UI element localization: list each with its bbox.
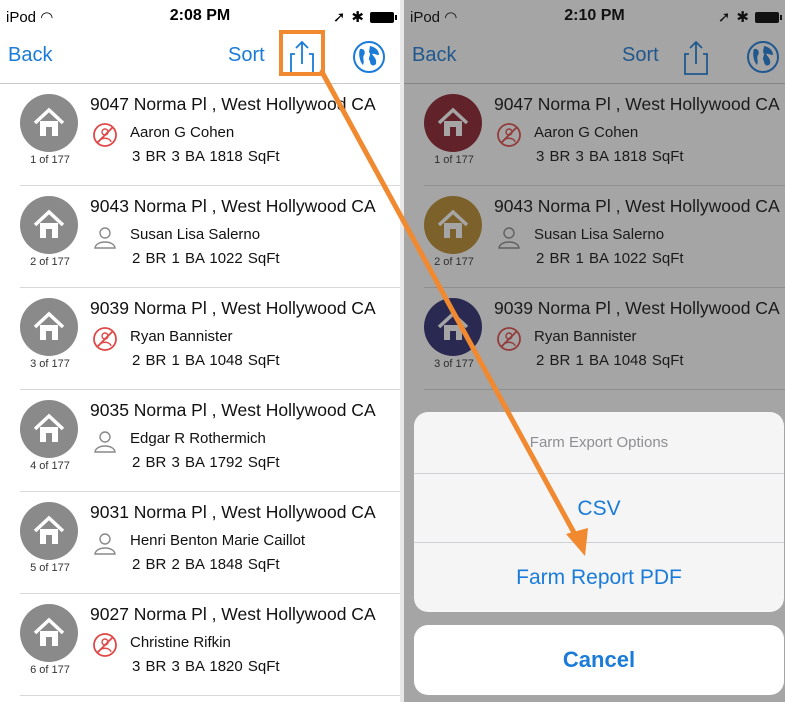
list-item[interactable]: 3 of 177 9039 Norma Pl , West Hollywood …	[20, 288, 400, 390]
person-icon	[94, 227, 116, 249]
house-icon	[33, 107, 65, 136]
owner-name: Edgar R Rothermich	[130, 430, 266, 447]
csv-option-button[interactable]: CSV	[414, 474, 784, 543]
house-avatar	[20, 604, 78, 662]
globe-button[interactable]	[352, 40, 386, 74]
owner-name: Ryan Bannister	[130, 328, 233, 345]
house-icon	[33, 413, 65, 442]
house-avatar	[20, 298, 78, 356]
record-index: 4 of 177	[30, 460, 70, 472]
list-item[interactable]: 4 of 177 9035 Norma Pl , West Hollywood …	[20, 390, 400, 492]
property-details: 2 BR 1 BA 1022 SqFt	[132, 250, 280, 267]
record-index: 5 of 177	[30, 562, 70, 574]
right-screen: iPod ◠ 2:10 PM ➚ ✱ Back Sort 1 of 177 90…	[404, 0, 785, 702]
farm-report-pdf-option-button[interactable]: Farm Report PDF	[414, 543, 784, 612]
back-button[interactable]: Back	[8, 44, 52, 67]
record-index: 1 of 177	[30, 154, 70, 166]
house-icon	[33, 209, 65, 238]
house-avatar	[20, 400, 78, 458]
property-details: 2 BR 1 BA 1048 SqFt	[132, 352, 280, 369]
action-sheet-title: Farm Export Options	[414, 412, 784, 474]
left-screen: iPod ◠ 2:08 PM ➚ ✱ Back Sort 1 of 177 90…	[0, 0, 400, 702]
list-item[interactable]: 6 of 177 9027 Norma Pl , West Hollywood …	[20, 594, 400, 696]
house-avatar	[20, 502, 78, 560]
record-index: 2 of 177	[30, 256, 70, 268]
property-address: 9027 Norma Pl , West Hollywood CA	[90, 604, 376, 624]
list-item[interactable]: 2 of 177 9043 Norma Pl , West Hollywood …	[20, 186, 400, 288]
property-details: 2 BR 3 BA 1792 SqFt	[132, 454, 280, 471]
owner-name: Susan Lisa Salerno	[130, 226, 261, 243]
house-icon	[33, 515, 65, 544]
location-icon: ➚	[332, 9, 346, 26]
bluetooth-icon: ✱	[351, 9, 364, 26]
screenshot-root: iPod ◠ 2:08 PM ➚ ✱ Back Sort 1 of 177 90…	[0, 0, 785, 702]
status-bar: iPod ◠ 2:08 PM ➚ ✱	[0, 0, 400, 32]
cancel-button[interactable]: Cancel	[414, 625, 784, 695]
record-index: 6 of 177	[30, 664, 70, 676]
person-icon	[94, 533, 116, 555]
person-icon	[94, 431, 116, 453]
house-icon	[33, 617, 65, 646]
property-details: 2 BR 2 BA 1848 SqFt	[132, 556, 280, 573]
property-address: 9039 Norma Pl , West Hollywood CA	[90, 298, 376, 318]
share-highlight-annotation	[279, 30, 325, 76]
globe-icon	[353, 41, 385, 73]
export-action-sheet: Farm Export Options CSV Farm Report PDF	[414, 412, 784, 612]
list-item[interactable]: 1 of 177 9047 Norma Pl , West Hollywood …	[20, 84, 400, 186]
property-address: 9035 Norma Pl , West Hollywood CA	[90, 400, 376, 420]
owner-name: Aaron G Cohen	[130, 124, 235, 141]
owner-name: Henri Benton Marie Caillot	[130, 532, 306, 549]
property-address: 9047 Norma Pl , West Hollywood CA	[90, 94, 376, 114]
sort-button[interactable]: Sort	[228, 44, 265, 67]
no-contact-icon	[93, 633, 117, 657]
no-contact-icon	[93, 123, 117, 147]
house-avatar	[20, 94, 78, 152]
navigation-bar: Back Sort	[0, 32, 400, 84]
house-avatar	[20, 196, 78, 254]
owner-name: Christine Rifkin	[130, 634, 231, 651]
property-address: 9031 Norma Pl , West Hollywood CA	[90, 502, 376, 522]
house-icon	[33, 311, 65, 340]
property-details: 3 BR 3 BA 1820 SqFt	[132, 658, 280, 675]
no-contact-icon	[93, 327, 117, 351]
list-item[interactable]: 5 of 177 9031 Norma Pl , West Hollywood …	[20, 492, 400, 594]
battery-icon	[370, 11, 397, 23]
property-address: 9043 Norma Pl , West Hollywood CA	[90, 196, 376, 216]
property-details: 3 BR 3 BA 1818 SqFt	[132, 148, 280, 165]
record-index: 3 of 177	[30, 358, 70, 370]
property-list: 1 of 177 9047 Norma Pl , West Hollywood …	[0, 84, 400, 696]
